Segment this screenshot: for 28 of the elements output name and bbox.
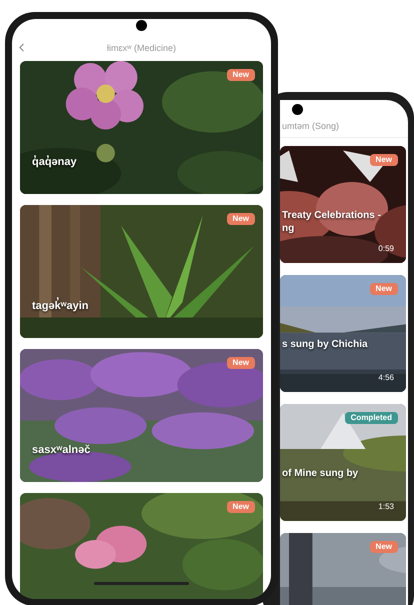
card-title: Treaty Celebrations -	[282, 209, 382, 222]
duration-label: 0:59	[378, 243, 394, 255]
media-card[interactable]: New Treaty Celebrations - ng 0:59	[280, 146, 406, 263]
media-card[interactable]: Completed of Mine sung by 1:53	[280, 404, 406, 521]
card-title: s sung by Chichia	[282, 338, 369, 352]
status-badge: New	[226, 501, 255, 513]
status-badge: Completed	[344, 412, 398, 424]
media-card[interactable]: New tagək̓ʷayin	[20, 205, 263, 338]
camera-icon	[292, 104, 303, 115]
media-card[interactable]: New q̓aq̓ənay	[20, 61, 263, 194]
media-card[interactable]: New sasxʷalnəč	[20, 349, 263, 482]
screen-title: umtəm (Song)	[281, 120, 340, 133]
status-badge: New	[370, 283, 398, 295]
status-badge: New	[370, 154, 398, 166]
card-title: q̓aq̓ənay	[32, 154, 78, 170]
camera-icon	[136, 20, 147, 31]
duration-label: 4:56	[378, 372, 394, 384]
media-card[interactable]: New s sung by Chichia 4:56	[280, 275, 406, 392]
status-badge: New	[370, 541, 398, 553]
card-title: ng	[282, 222, 296, 236]
duration-label: 1:53	[378, 501, 394, 513]
status-badge: New	[226, 213, 255, 225]
card-title: sasxʷalnəč	[32, 442, 92, 458]
status-badge: New	[226, 69, 255, 81]
screen-title: ƚimɛxʷ (Medicine)	[107, 42, 176, 55]
status-badge: New	[226, 357, 255, 369]
card-title: of Mine sung by	[282, 467, 360, 480]
card-title: tagək̓ʷayin	[32, 298, 263, 314]
